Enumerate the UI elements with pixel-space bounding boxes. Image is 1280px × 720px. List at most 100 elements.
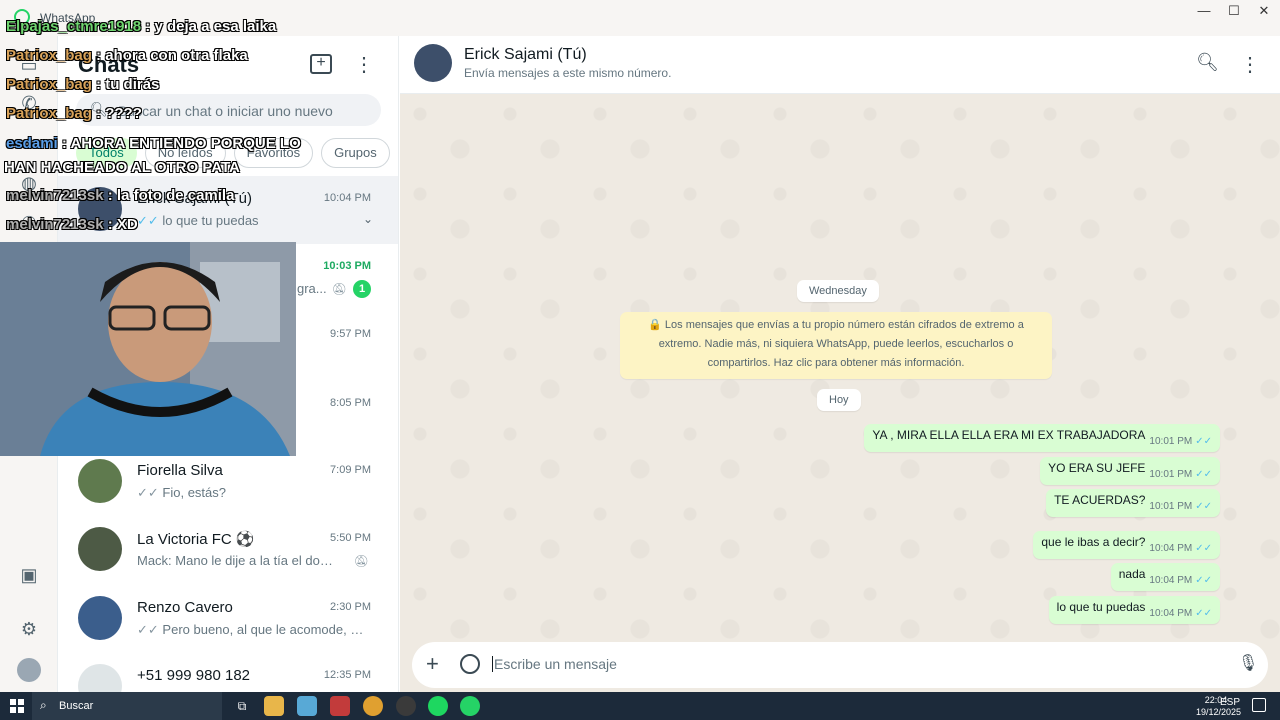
message-time: 10:04 PM [1149, 575, 1193, 586]
microphone-icon[interactable]: 🎙︎ [1238, 653, 1258, 673]
delivered-ticks-icon: ✓✓ [137, 622, 159, 637]
chat-time: 12:35 PM [323, 669, 371, 681]
windows-taskbar: ⌕ Buscar ⧉ ESP 22:04 19/12/2025 [0, 692, 1280, 720]
chat-time: 2:30 PM [330, 601, 371, 613]
chat-name: Fiorella Silva [137, 462, 223, 479]
message-time: 10:04 PM [1149, 543, 1193, 554]
message-bubble[interactable]: que le ibas a decir? 10:04 PM ✓✓ [1033, 531, 1220, 559]
media-gallery-icon[interactable]: ▣ [18, 564, 40, 586]
chat-row-fiorella-silva[interactable]: Fiorella Silva 7:09 PM ✓✓ Fio, estás? [58, 448, 398, 516]
date-separator: Wednesday [797, 280, 879, 302]
message-text: nada [1118, 567, 1146, 581]
chevron-down-icon[interactable]: ⌄ [363, 212, 373, 226]
obs-icon[interactable] [396, 696, 416, 716]
profile-avatar[interactable] [17, 658, 41, 682]
message-time: 10:04 PM [1149, 608, 1193, 619]
message-bubble[interactable]: YO ERA SU JEFE 10:01 PM ✓✓ [1040, 457, 1220, 485]
avatar [78, 596, 122, 640]
read-ticks-icon: ✓✓ [1195, 469, 1212, 480]
maximize-button[interactable]: ☐ [1218, 0, 1250, 22]
chat-preview: gra... [297, 281, 327, 296]
app-icon[interactable] [297, 696, 317, 716]
message-bubble[interactable]: TE ACUERDAS? 10:01 PM ✓✓ [1046, 489, 1220, 517]
unread-badge: 1 [353, 280, 371, 298]
search-input[interactable]: Buscar un chat o iniciar uno nuevo [118, 103, 333, 119]
contact-avatar[interactable] [414, 44, 452, 82]
chat-preview: ✓✓ Fio, estás? [137, 485, 227, 500]
chat-list-menu-icon[interactable]: ⋮ [354, 52, 374, 77]
sticker-emoji-icon[interactable] [460, 654, 480, 674]
windows-start-icon[interactable] [10, 699, 24, 713]
message-time: 10:01 PM [1149, 501, 1193, 512]
chat-time: 10:04 PM [323, 192, 371, 204]
stream-chat-line: esdami : AHORA ENTIENDO PORQUE LO [6, 135, 301, 152]
stream-chat-line: melvin7213sk : XD [6, 216, 138, 233]
message-text: lo que tu puedas [1056, 600, 1146, 614]
app-icon[interactable] [330, 696, 350, 716]
chat-header[interactable]: Erick Sajami (Tú) Envía mensajes a este … [400, 36, 1280, 94]
message-bubble[interactable]: YA , MIRA ELLA ELLA ERA MI EX TRABAJADOR… [864, 424, 1220, 452]
chat-name: +51 999 980 182 [137, 667, 251, 684]
message-bubble[interactable]: lo que tu puedas 10:04 PM ✓✓ [1048, 596, 1220, 624]
stream-chat-line: Patriox_bag : ???? [6, 105, 142, 122]
read-ticks-icon: ✓✓ [1195, 543, 1212, 554]
chat-preview: ✓✓ Pero bueno, al que le acomode, geni..… [137, 622, 367, 637]
chat-name: Renzo Cavero [137, 599, 233, 616]
chat-time: 5:50 PM [330, 532, 371, 544]
search-in-chat-icon[interactable]: 🔍︎ [1196, 52, 1219, 73]
muted-bell-icon: 🔕︎ [331, 282, 347, 296]
avatar [78, 664, 122, 692]
read-ticks-icon: ✓✓ [1195, 575, 1212, 586]
chat-time: 7:09 PM [330, 464, 371, 476]
taskbar-search-label: Buscar [59, 700, 94, 712]
encryption-notice[interactable]: 🔒 Los mensajes que envías a tu propio nú… [620, 312, 1052, 379]
read-ticks-icon: ✓✓ [1195, 501, 1212, 512]
whatsapp-taskbar-icon[interactable] [460, 696, 480, 716]
filter-groups[interactable]: Grupos [321, 138, 390, 168]
webcam-overlay [0, 242, 296, 456]
composer: + Escribe un mensaje 🎙︎ [412, 642, 1268, 688]
chat-preview: Mack: Mano le dije a la tía el domin... [137, 553, 342, 568]
close-button[interactable]: ✕ [1248, 0, 1280, 22]
muted-bell-icon: 🔕︎ [353, 554, 369, 568]
stream-chat-line: Elpajas_ctmre1918 : y deja a esa laika [6, 18, 277, 35]
minimize-button[interactable]: — [1188, 0, 1220, 22]
read-ticks-icon: ✓✓ [137, 213, 159, 228]
chat-time: 8:05 PM [330, 397, 371, 409]
date-separator: Hoy [817, 389, 861, 411]
message-time: 10:01 PM [1149, 436, 1193, 447]
stream-chat-line: Patriox_bag : ahora con otra flaka [6, 47, 248, 64]
avatar [78, 527, 122, 571]
message-text: TE ACUERDAS? [1054, 493, 1146, 507]
chat-time: 9:57 PM [330, 328, 371, 340]
composer-bar: + Escribe un mensaje 🎙︎ [400, 640, 1280, 692]
read-ticks-icon: ✓✓ [1195, 608, 1212, 619]
chat-time: 10:03 PM [323, 260, 371, 272]
chat-name: La Victoria FC ⚽ [137, 531, 255, 548]
taskbar-search[interactable]: ⌕ Buscar [32, 692, 222, 720]
chrome-icon[interactable] [363, 696, 383, 716]
notifications-icon[interactable] [1252, 698, 1266, 712]
task-view-icon[interactable]: ⧉ [232, 696, 252, 716]
taskbar-clock[interactable]: 22:04 19/12/2025 [1196, 694, 1241, 718]
delivered-ticks-icon: ✓✓ [137, 485, 159, 500]
chat-row-la-victoria-fc[interactable]: La Victoria FC ⚽ 5:50 PM Mack: Mano le d… [58, 516, 398, 584]
chat-menu-icon[interactable]: ⋮ [1240, 52, 1260, 77]
contact-subtitle: Envía mensajes a este mismo número. [464, 66, 672, 80]
chat-row-renzo-cavero[interactable]: Renzo Cavero 2:30 PM ✓✓ Pero bueno, al q… [58, 585, 398, 653]
chat-row-unknown-number[interactable]: +51 999 980 182 12:35 PM [58, 653, 398, 692]
attach-plus-icon[interactable]: + [426, 651, 439, 677]
message-text: YO ERA SU JEFE [1048, 461, 1146, 475]
message-input[interactable]: Escribe un mensaje [492, 656, 617, 672]
avatar [78, 459, 122, 503]
message-bubble[interactable]: nada 10:04 PM ✓✓ [1110, 563, 1220, 591]
search-icon: ⌕ [40, 698, 47, 712]
settings-gear-icon[interactable]: ⚙ [18, 618, 40, 640]
stream-chat-line: HAN HACHEADO AL OTRO PATA [4, 159, 240, 176]
stream-chat-line: melvin7213sk : la foto de camila [6, 187, 235, 204]
spotify-icon[interactable] [428, 696, 448, 716]
file-explorer-icon[interactable] [264, 696, 284, 716]
message-text: YA , MIRA ELLA ELLA ERA MI EX TRABAJADOR… [872, 428, 1146, 442]
new-chat-icon[interactable]: + [310, 54, 332, 74]
contact-name[interactable]: Erick Sajami (Tú) [464, 46, 587, 64]
